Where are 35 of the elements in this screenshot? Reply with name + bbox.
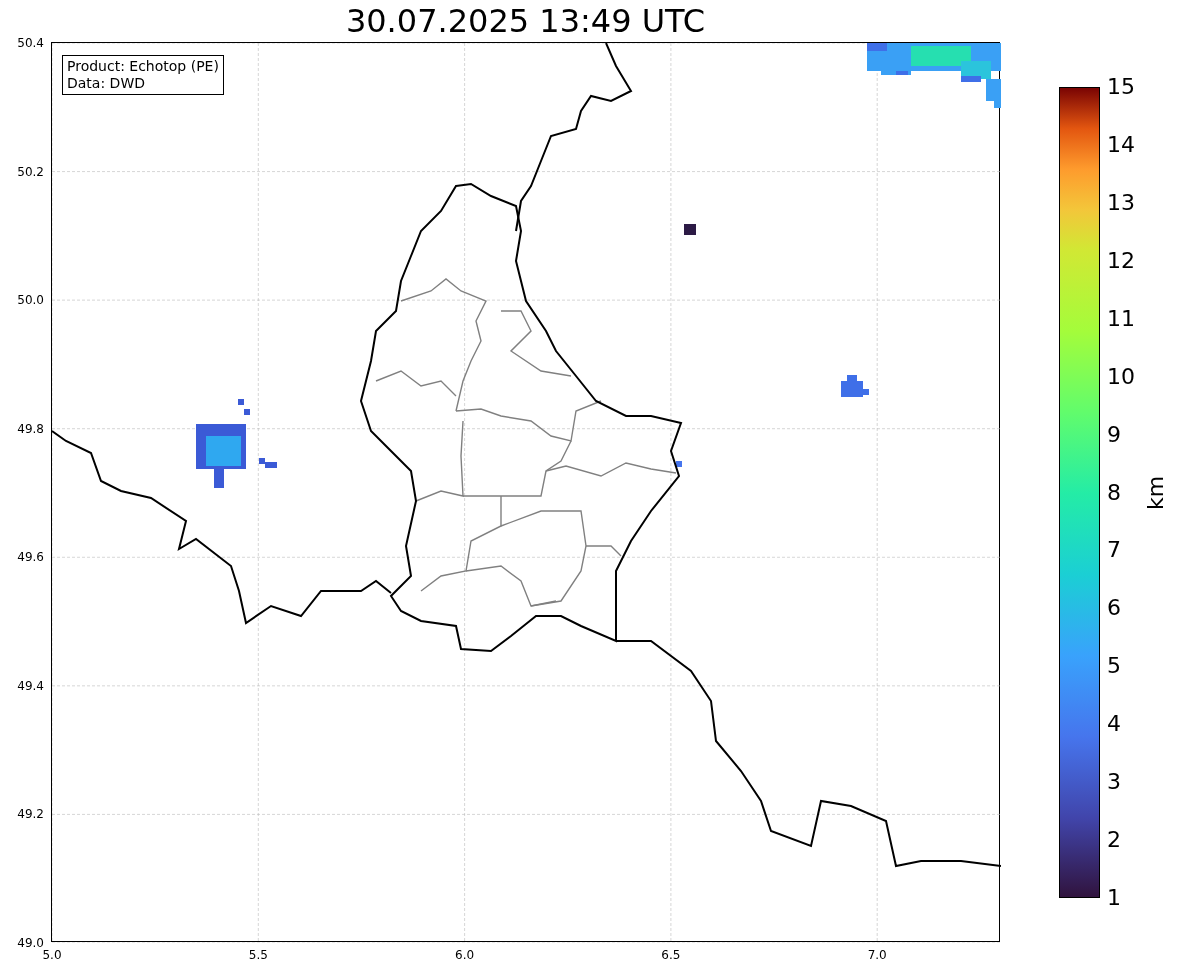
x-tick-label: 6.0 [455,949,475,961]
colorbar-tick-label: 15 [1107,76,1135,98]
x-tick-label: 5.5 [248,949,268,961]
colorbar-tick-label: 8 [1107,481,1121,504]
colorbar-tick-label: 7 [1107,539,1121,562]
colorbar-tick-label: 13 [1107,191,1135,214]
y-tick-label: 50.0 [17,294,44,307]
colorbar-tick-label: 9 [1107,423,1121,446]
y-tick-label: 50.2 [17,165,44,178]
y-tick-label: 49.8 [17,422,44,435]
radar-echo [684,224,696,235]
radar-echo [841,375,869,397]
y-tick-label: 49.2 [17,808,44,821]
colorbar-tick-label: 6 [1107,597,1121,620]
colorbar-label: km [1145,475,1168,511]
x-tick-label: 7.0 [867,949,887,961]
colorbar-tick-label: 11 [1107,307,1135,330]
y-tick-label: 49.4 [17,679,44,692]
y-tick-label: 49.6 [17,551,44,564]
info-text: Product: Echotop (PE) [67,58,219,75]
colorbar-tick-label: 14 [1107,133,1135,156]
x-tick-label: 5.0 [42,949,62,961]
chart-title: 30.07.2025 13:49 UTC [345,5,706,37]
colorbar-tick-label: 1 [1107,887,1121,909]
y-tick-label: 50.4 [17,37,44,49]
y-tick-label: 49.0 [17,937,44,949]
x-tick-label: 6.5 [661,949,681,961]
colorbar-tick-label: 12 [1107,249,1135,272]
colorbar-tick-label: 3 [1107,771,1121,794]
colorbar-tick-label: 4 [1107,713,1121,736]
colorbar-tick-label: 10 [1107,365,1135,388]
radar-echo [676,461,682,467]
colorbar-tick-label: 2 [1107,829,1121,852]
info-text: Data: DWD [67,75,146,92]
colorbar-tick-label: 5 [1107,655,1121,678]
